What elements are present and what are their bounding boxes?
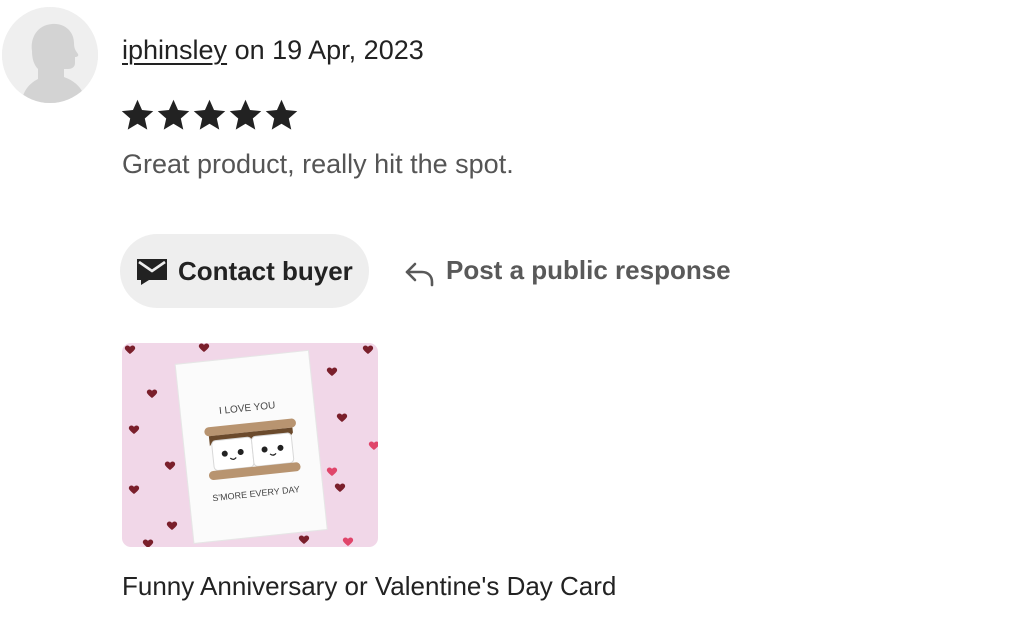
envelope-icon [136, 256, 168, 286]
star-icon [157, 99, 190, 130]
contact-buyer-button[interactable]: Contact buyer [120, 234, 369, 308]
review-card: iphinsley on 19 Apr, 2023 Great product,… [0, 0, 1026, 620]
username-link[interactable]: iphinsley [122, 35, 227, 65]
star-icon [229, 99, 262, 130]
product-title[interactable]: Funny Anniversary or Valentine's Day Car… [122, 566, 616, 606]
review-text: Great product, really hit the spot. [122, 149, 514, 179]
product-thumbnail[interactable]: I LOVE YOU S'MORE EVERY DAY [122, 343, 378, 547]
star-icon [121, 99, 154, 130]
star-icon [265, 99, 298, 130]
product-card-image: I LOVE YOU S'MORE EVERY DAY [122, 343, 378, 547]
reply-arrow-icon [404, 261, 436, 287]
review-header: iphinsley on 19 Apr, 2023 [122, 30, 424, 70]
review-date: on 19 Apr, 2023 [234, 35, 424, 65]
star-icon [193, 99, 226, 130]
default-avatar-icon [2, 7, 98, 103]
star-rating [120, 96, 299, 134]
post-public-response-label: Post a public response [446, 254, 731, 285]
post-public-response-button[interactable]: Post a public response [404, 248, 731, 292]
avatar[interactable] [2, 7, 98, 103]
contact-buyer-label: Contact buyer [178, 255, 353, 286]
